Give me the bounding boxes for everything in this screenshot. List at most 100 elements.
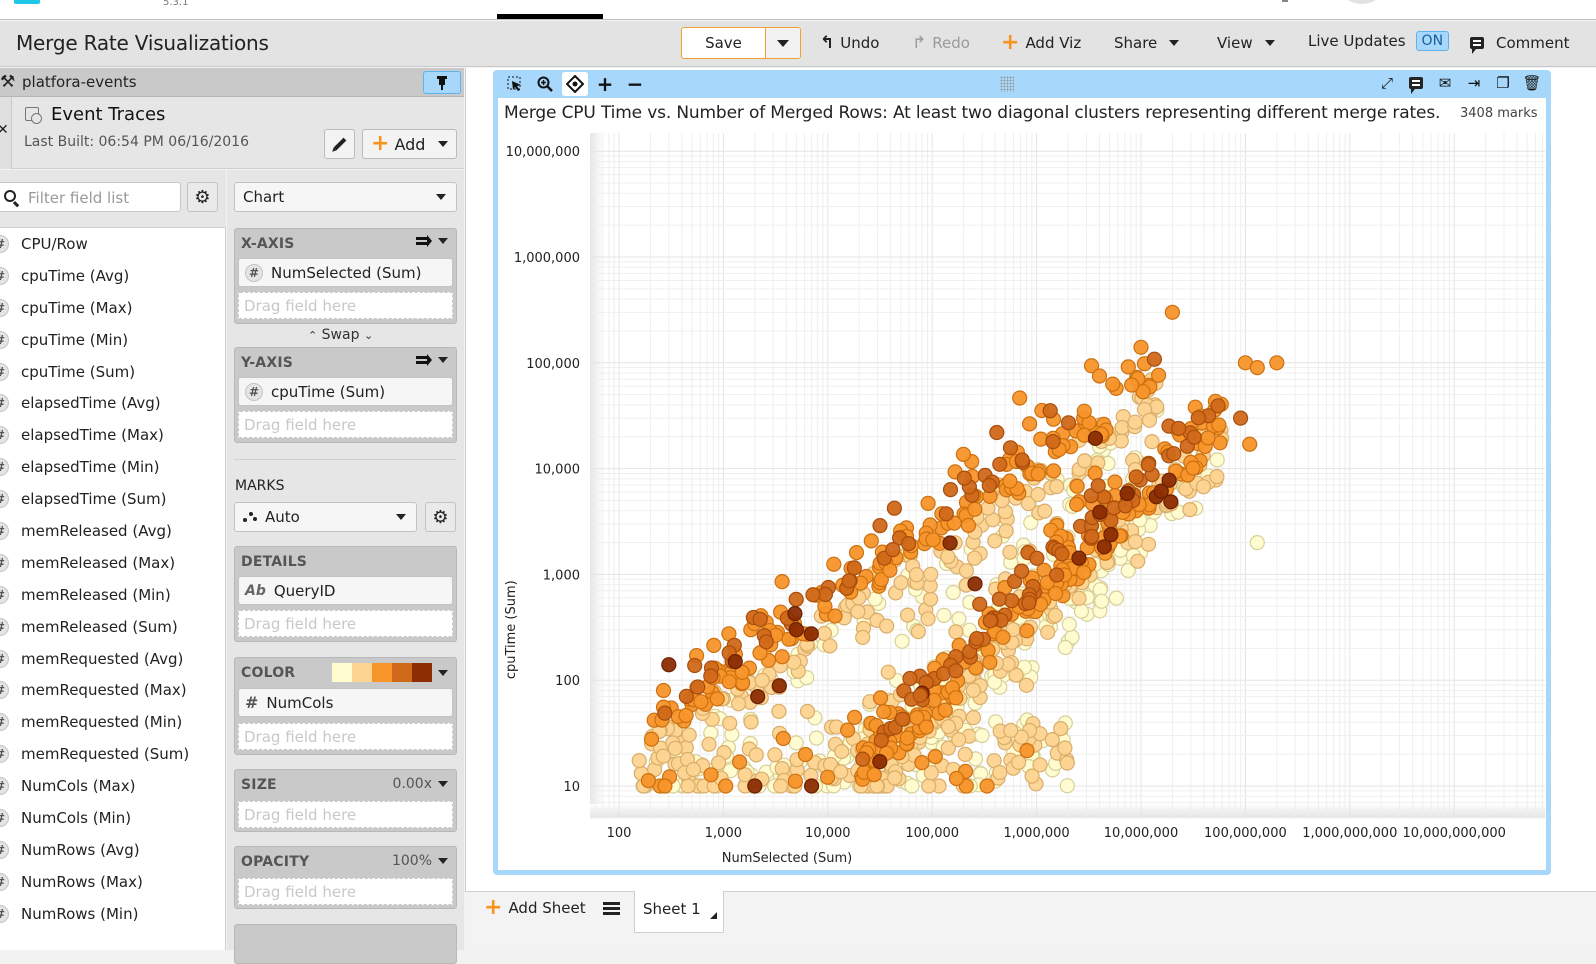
scatter-point [908,567,925,583]
vizboard-header: Merge Rate Visualizations Save ↰ Undo ↱ … [0,21,1596,67]
size-options[interactable]: 0.00x [393,776,448,792]
add-viz-button[interactable]: + Add Viz [1001,32,1081,54]
export-icon[interactable]: ⇥ [1463,73,1485,93]
x-axis-panel: X-AXIS # NumSelected (Sum) Drag field he… [234,228,457,324]
x-axis-drop-zone[interactable]: Drag field here [238,292,453,319]
color-ramp-swatch[interactable] [332,663,432,682]
field-list-item[interactable]: # NumRows (Avg) [0,834,226,866]
scatter-point [923,566,939,582]
sheet-list-menu-icon[interactable] [603,902,620,916]
comment-icon[interactable] [1405,73,1427,94]
trash-icon[interactable]: 🗑 [1521,73,1543,93]
zoom-in-icon[interactable]: + [592,72,618,96]
field-list-item[interactable]: # NumRows (Min) [0,898,226,930]
scatter-point [942,482,959,498]
add-field-button[interactable]: + Add [362,129,457,159]
zoom-out-icon[interactable]: − [622,72,648,96]
scatter-point [718,778,734,794]
scatter-point [687,657,703,674]
field-list-item[interactable]: # NumRows (Max) [0,866,226,898]
opacity-options[interactable]: 100% [392,853,448,869]
y-axis-field-pill[interactable]: # cpuTime (Sum) [238,377,453,406]
field-list-item[interactable]: # cpuTime (Sum) [0,356,226,388]
pan-tool-icon[interactable] [562,72,588,96]
email-icon[interactable]: ✉ [1434,73,1456,93]
details-drop-zone[interactable]: Drag field here [238,610,453,637]
collapse-panel-handle[interactable]: ✕ [0,97,12,169]
size-drop-zone[interactable]: Drag field here [238,801,453,828]
scatter-point [972,596,988,612]
zoom-tool-icon[interactable] [532,72,558,96]
scatter-point [956,470,972,486]
field-settings-button[interactable]: ⚙ [187,182,218,212]
scatter-point [709,691,725,707]
field-list-item[interactable]: # NumCols (Max) [0,770,226,802]
marks-settings-button[interactable]: ⚙ [425,502,456,532]
scatter-point [873,732,889,749]
color-ramp-step [392,663,412,682]
field-list-item[interactable]: # memReleased (Avg) [0,515,226,547]
sheet-tab-menu-icon[interactable] [710,912,717,919]
scatter-plot[interactable]: 100 1,000 10,000 100,000 1,000,000 10,000,000… [498,128,1546,870]
text-field-icon: Ab [245,582,266,599]
field-list-item[interactable]: # elapsedTime (Min) [0,451,226,483]
duplicate-icon[interactable]: ❐ [1492,73,1514,93]
y-axis-drop-zone[interactable]: Drag field here [238,411,453,438]
viz-type-select[interactable]: Chart [234,182,457,212]
select-tool-icon[interactable] [502,72,528,96]
add-sheet-button[interactable]: + Add Sheet [484,897,586,919]
field-list-item[interactable]: # elapsedTime (Max) [0,419,226,451]
expand-icon[interactable]: ⤢ [1376,73,1398,93]
field-list-item[interactable]: # NumCols (Min) [0,802,226,834]
scatter-point [685,761,701,778]
marks-type-select[interactable]: Auto [234,502,417,532]
field-list-item[interactable]: # memReleased (Min) [0,579,226,611]
live-updates-state[interactable]: ON [1415,31,1450,51]
field-list-item[interactable]: # elapsedTime (Sum) [0,483,226,515]
color-options[interactable] [332,663,448,682]
field-list-item[interactable]: # memRequested (Sum) [0,738,226,770]
field-list-item[interactable]: # memReleased (Sum) [0,611,226,643]
y-axis-options[interactable] [416,354,448,366]
swap-axes-button[interactable]: ⌃ Swap ⌄ [308,327,373,343]
edit-dataset-button[interactable] [324,129,355,159]
field-list-item[interactable]: # memRequested (Max) [0,674,226,706]
dataset-title: Event Traces [51,104,166,125]
y-axis-field-name: cpuTime (Sum) [271,382,386,401]
user-avatar[interactable] [1344,0,1380,4]
field-list-item[interactable]: # memRequested (Avg) [0,643,226,675]
save-button[interactable]: Save [682,28,766,58]
comment-button[interactable]: Comment [1470,32,1570,54]
field-list-item[interactable]: # elapsedTime (Avg) [0,387,226,419]
scatter-point [912,687,928,704]
field-list-item[interactable]: # memRequested (Min) [0,706,226,738]
x-axis-field-name: NumSelected (Sum) [271,263,422,282]
nav-icon-edge[interactable] [1282,0,1288,2]
save-menu-button[interactable] [766,28,800,58]
sheet-tab[interactable]: Sheet 1 [634,891,724,933]
live-updates-toggle[interactable]: Live Updates ON [1308,30,1450,52]
app-logo[interactable] [14,0,40,4]
field-list-item[interactable]: # cpuTime (Max) [0,292,226,324]
x-axis-options[interactable] [416,235,448,247]
scatter-point [1127,534,1143,550]
share-menu[interactable]: Share [1114,32,1180,54]
x-axis-field-pill[interactable]: # NumSelected (Sum) [238,258,453,287]
field-list-item[interactable]: # CPU/Row [0,228,226,260]
field-list-item[interactable]: # memReleased (Max) [0,547,226,579]
filter-field-text[interactable] [26,188,176,208]
sort-icon [416,354,432,366]
redo-button[interactable]: ↱ Redo [912,32,970,54]
save-button-group: Save [681,27,801,59]
undo-button[interactable]: ↰ Undo [820,32,879,54]
pin-panel-button[interactable] [423,71,461,94]
color-drop-zone[interactable]: Drag field here [238,723,453,750]
view-menu[interactable]: View [1217,32,1275,54]
viz-drag-handle[interactable] [1000,76,1014,92]
details-field-pill[interactable]: Ab QueryID [238,576,453,605]
opacity-drop-zone[interactable]: Drag field here [238,878,453,905]
field-list-item[interactable]: # cpuTime (Min) [0,324,226,356]
color-field-pill[interactable]: # NumCols [238,688,453,717]
field-list-item[interactable]: # cpuTime (Avg) [0,260,226,292]
filter-field-input[interactable] [0,182,181,212]
